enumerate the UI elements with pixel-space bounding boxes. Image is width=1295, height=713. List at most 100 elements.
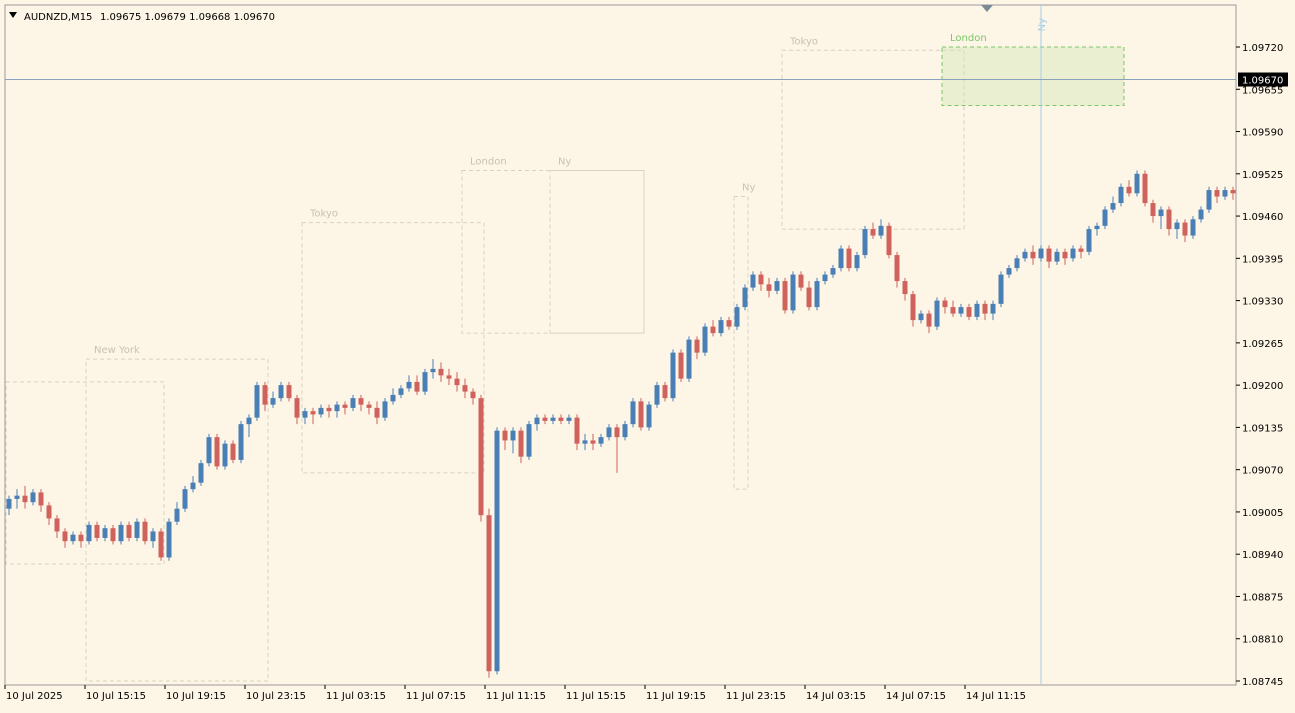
candle-body <box>254 385 260 418</box>
candle-body <box>886 225 892 256</box>
session-box <box>781 49 965 230</box>
candle-body <box>318 407 324 415</box>
candle-body <box>990 303 996 314</box>
price-chart[interactable]: New York Tokyo London Ny Ny Tokyo London Ny 1.… <box>0 0 1295 713</box>
candle-body <box>670 352 676 399</box>
candle-body <box>270 398 276 405</box>
candle-body <box>398 388 404 395</box>
candle-body <box>454 378 460 386</box>
candle-body <box>222 443 228 467</box>
x-tick-label: 14 Jul 03:15 <box>806 691 866 702</box>
session-label: New York <box>94 345 140 356</box>
x-tick-label: 11 Jul 15:15 <box>566 691 626 702</box>
y-tick-label: 1.09070 <box>1242 466 1283 477</box>
candle-body <box>1190 219 1196 236</box>
ohlc-readout: 1.09675 1.09679 1.09668 1.09670 <box>100 12 275 23</box>
candle-body <box>6 498 12 509</box>
session-label: London <box>950 33 987 44</box>
candle-body <box>382 401 388 418</box>
candle-body <box>950 307 956 314</box>
candle-body <box>438 368 444 376</box>
candle-body <box>630 401 636 425</box>
candle-body <box>862 229 868 256</box>
session-box <box>941 46 1125 107</box>
candle-body <box>838 248 844 269</box>
candle-body <box>678 352 684 379</box>
plot-frame <box>4 4 1237 686</box>
candle-body <box>478 398 484 516</box>
candle-body <box>998 274 1004 304</box>
candle-body <box>982 303 988 314</box>
candle-body <box>702 326 708 353</box>
candle-body <box>182 489 188 509</box>
candle-body <box>1255 184 1260 194</box>
dropdown-triangle-icon[interactable] <box>9 12 17 18</box>
candle-body <box>294 398 300 418</box>
candle-body <box>1078 248 1084 252</box>
candle-body <box>1222 190 1228 197</box>
candle-body <box>430 368 436 373</box>
candle-body <box>374 407 380 418</box>
candle-body <box>758 274 764 285</box>
candle-body <box>854 255 860 269</box>
session-box <box>549 170 645 334</box>
chart-shift-icon[interactable] <box>981 5 993 12</box>
y-tick-label: 1.09005 <box>1242 508 1283 519</box>
candle-body <box>1279 187 1284 197</box>
session-boxes: New York Tokyo London Ny Ny Tokyo London <box>5 33 1125 682</box>
candle-body <box>1030 251 1036 259</box>
y-tick-label: 1.09395 <box>1242 254 1283 265</box>
candle-body <box>158 531 164 558</box>
candle-body <box>590 440 596 444</box>
candle-body <box>1263 184 1268 191</box>
candle-body <box>686 339 692 379</box>
candle-body <box>742 287 748 308</box>
candle-body <box>462 385 468 392</box>
candle-body <box>238 424 244 460</box>
candle-body <box>974 303 980 317</box>
candle-body <box>278 385 284 399</box>
candle-body <box>1086 229 1092 252</box>
chart-header: AUDNZD,M15 1.09675 1.09679 1.09668 1.096… <box>9 12 275 23</box>
candle-body <box>342 404 348 408</box>
session-label: Tokyo <box>789 36 818 47</box>
candle-body <box>718 320 724 334</box>
candle-body <box>926 313 932 327</box>
chart-window: New York Tokyo London Ny Ny Tokyo London Ny 1.… <box>0 0 1295 713</box>
price-axis: 1.09720 1.09655 1.09590 1.09525 1.09460 1.093… <box>1236 43 1283 688</box>
candle-body <box>934 300 940 327</box>
candle-body <box>582 440 588 444</box>
candle-body <box>62 531 68 542</box>
x-tick-label: 11 Jul 07:15 <box>406 691 466 702</box>
candle-body <box>38 492 44 506</box>
candle-body <box>1174 222 1180 230</box>
session-box <box>461 170 645 334</box>
candle-body <box>814 281 820 308</box>
candle-body <box>910 294 916 321</box>
candle-body <box>534 417 540 425</box>
x-tick-label: 11 Jul 19:15 <box>646 691 706 702</box>
candle-body <box>1046 248 1052 262</box>
candle-body <box>1094 225 1100 230</box>
ny-marker: Ny <box>1037 5 1048 685</box>
y-tick-label: 1.09460 <box>1242 212 1283 223</box>
candle-body <box>846 248 852 269</box>
candle-body <box>446 375 452 379</box>
session-label: London <box>470 157 507 168</box>
candle-body <box>366 404 372 408</box>
time-axis: 10 Jul 2025 10 Jul 15:15 10 Jul 19:15 10 Ju… <box>4 685 1026 702</box>
candle-body <box>326 407 332 412</box>
candle-body <box>542 417 548 421</box>
candle-body <box>822 274 828 282</box>
candle-body <box>174 508 180 522</box>
candle-body <box>126 524 132 538</box>
candle-body <box>614 427 620 438</box>
candle-body <box>30 492 36 503</box>
candle-body <box>1150 203 1156 217</box>
candle-body <box>526 424 532 457</box>
y-tick-label: 1.09265 <box>1242 339 1283 350</box>
y-tick-label: 1.08745 <box>1242 677 1283 688</box>
y-tick-label: 1.08940 <box>1242 550 1283 561</box>
candle-body <box>142 521 148 542</box>
candle-body <box>1214 190 1220 197</box>
